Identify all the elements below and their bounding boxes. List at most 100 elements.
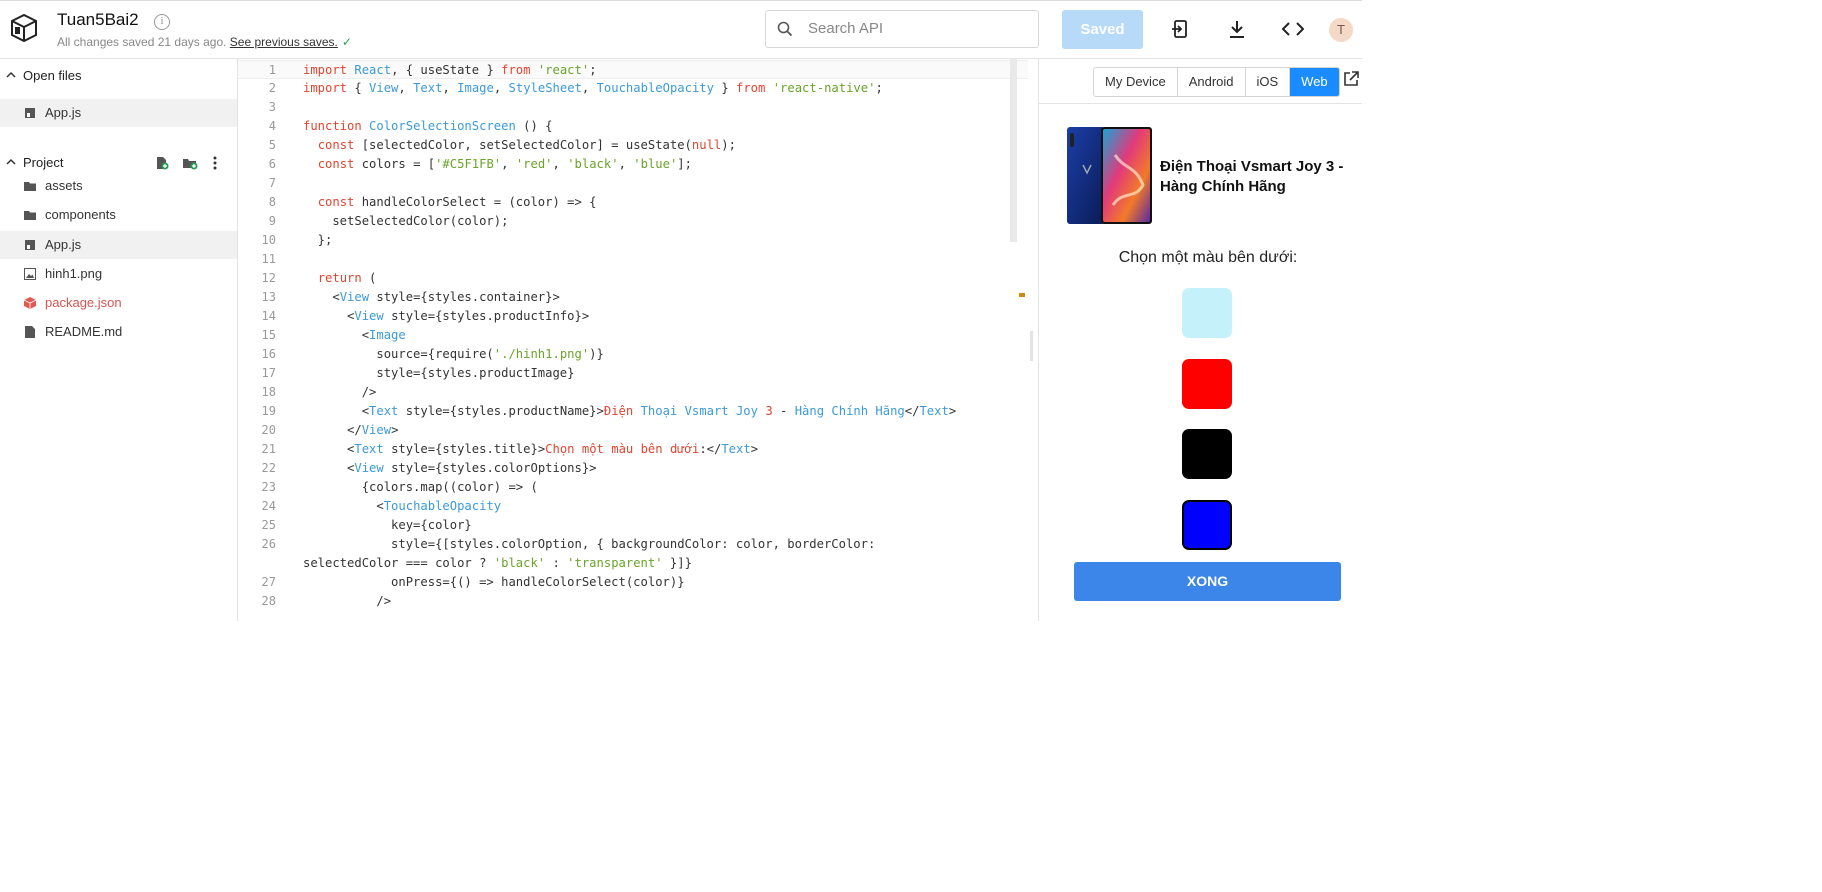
tab-web[interactable]: Web xyxy=(1290,68,1339,96)
embed-code-icon[interactable] xyxy=(1280,16,1306,42)
line-number: 6 xyxy=(268,157,276,171)
code-line[interactable]: 21 <Text style={styles.title}>Chọn một m… xyxy=(238,440,1028,459)
open-file-item[interactable]: App.js xyxy=(0,99,237,127)
code-line[interactable]: 7 xyxy=(238,174,1028,193)
color-option-blue[interactable] xyxy=(1182,500,1232,550)
previous-saves-link[interactable]: See previous saves. xyxy=(230,35,338,49)
code-line[interactable]: 13 <View style={styles.container}> xyxy=(238,288,1028,307)
code-line[interactable]: 11 xyxy=(238,250,1028,269)
code-line[interactable]: 19 <Text style={styles.productName}>Điện… xyxy=(238,402,1028,421)
code-line[interactable]: 23 {colors.map((color) => ( xyxy=(238,478,1028,497)
code-line[interactable]: 25 key={color} xyxy=(238,516,1028,535)
code-editor[interactable]: 1 import React, { useState } from 'react'… xyxy=(238,59,1038,621)
project-item-hinh1[interactable]: hinh1.png xyxy=(0,260,237,288)
project-title[interactable]: Tuan5Bai2 xyxy=(57,10,139,30)
product-image[interactable] xyxy=(1065,125,1154,226)
code-line[interactable]: 3 xyxy=(238,98,1028,117)
line-number: 26 xyxy=(261,537,276,551)
code-line[interactable]: 18 /> xyxy=(238,383,1028,402)
code-line-wrapped[interactable]: selectedColor === color ? 'black' : 'tra… xyxy=(238,554,1028,573)
code-line[interactable]: 22 <View style={styles.colorOptions}> xyxy=(238,459,1028,478)
snack-editor-window: Tuan5Bai2 i All changes saved 21 days ag… xyxy=(0,0,1362,621)
product-name: Điện Thoại Vsmart Joy 3 - Hàng Chính Hãn… xyxy=(1160,158,1344,195)
line-number: 4 xyxy=(268,119,276,133)
line-number: 22 xyxy=(261,461,276,475)
folder-icon xyxy=(24,182,36,191)
project-item-label: hinh1.png xyxy=(45,266,103,281)
line-number: 10 xyxy=(261,233,276,247)
line-number: 2 xyxy=(268,81,276,95)
color-option-black[interactable] xyxy=(1182,429,1232,479)
search-icon xyxy=(777,21,793,37)
chevron-up-icon xyxy=(6,71,16,78)
search-box[interactable] xyxy=(765,10,1039,48)
code-line[interactable]: 10 }; xyxy=(238,231,1028,250)
line-number: 15 xyxy=(261,328,276,342)
project-item-readme[interactable]: README.md xyxy=(0,318,237,346)
folder-icon xyxy=(24,211,36,220)
editor-scrollbar[interactable] xyxy=(1010,59,1017,242)
project-item-package-json[interactable]: package.json xyxy=(0,289,237,317)
code-line[interactable]: 1 import React, { useState } from 'react'… xyxy=(238,60,1028,79)
code-line[interactable]: 6 const colors = ['#C5F1FB', 'red', 'bla… xyxy=(238,155,1028,174)
project-item-label: package.json xyxy=(45,295,122,310)
code-line[interactable]: 14 <View style={styles.productInfo}> xyxy=(238,307,1028,326)
preview-divider xyxy=(1039,103,1362,104)
open-in-device-icon[interactable] xyxy=(1167,16,1193,42)
code-line[interactable]: 27 onPress={() => handleColorSelect(colo… xyxy=(238,573,1028,592)
color-option-light-blue[interactable] xyxy=(1182,288,1232,338)
overview-marker xyxy=(1019,293,1025,297)
open-file-name: App.js xyxy=(45,105,82,120)
package-icon xyxy=(24,297,36,309)
saved-button[interactable]: Saved xyxy=(1062,10,1143,49)
code-line[interactable]: 5 const [selectedColor, setSelectedColor… xyxy=(238,136,1028,155)
search-input[interactable] xyxy=(806,19,1030,38)
line-number: 8 xyxy=(268,195,276,209)
snack-logo-icon[interactable] xyxy=(10,13,38,43)
js-file-icon xyxy=(25,108,35,118)
tab-android[interactable]: Android xyxy=(1178,68,1246,96)
code-line[interactable]: 8 const handleColorSelect = (color) => { xyxy=(238,193,1028,212)
check-icon: ✓ xyxy=(341,35,352,49)
line-number: 19 xyxy=(261,404,276,418)
js-file-icon xyxy=(25,240,35,250)
code-line[interactable]: 16 source={require('./hinh1.png')} xyxy=(238,345,1028,364)
code-line[interactable]: 28 /> xyxy=(238,592,1028,611)
line-number: 7 xyxy=(268,176,276,190)
new-folder-icon[interactable] xyxy=(182,156,198,170)
popout-icon[interactable] xyxy=(1343,71,1359,87)
line-number: 11 xyxy=(261,252,276,266)
overview-ruler-thumb[interactable] xyxy=(1030,331,1033,361)
tab-ios[interactable]: iOS xyxy=(1246,68,1291,96)
code-line[interactable]: 20 </View> xyxy=(238,421,1028,440)
save-status: All changes saved 21 days ago. See previ… xyxy=(57,35,352,49)
more-options-icon[interactable] xyxy=(213,156,217,170)
tab-my-device[interactable]: My Device xyxy=(1094,68,1178,96)
line-number: 5 xyxy=(268,138,276,152)
line-number: 18 xyxy=(261,385,276,399)
code-line[interactable]: 17 style={styles.productImage} xyxy=(238,364,1028,383)
color-option-red[interactable] xyxy=(1182,359,1232,409)
code-line[interactable]: 15 <Image xyxy=(238,326,1028,345)
code-line[interactable]: 9 setSelectedColor(color); xyxy=(238,212,1028,231)
avatar[interactable]: T xyxy=(1329,18,1353,42)
code-line[interactable]: 4 function ColorSelectionScreen () { xyxy=(238,117,1028,136)
project-item-label: assets xyxy=(45,178,83,193)
line-number: 20 xyxy=(261,423,276,437)
code-line[interactable]: 24 <TouchableOpacity xyxy=(238,497,1028,516)
open-files-label: Open files xyxy=(23,68,82,83)
file-sidebar: Open files App.js Project assets compone… xyxy=(0,59,238,621)
project-item-app-js[interactable]: App.js xyxy=(0,231,237,259)
line-number: 16 xyxy=(261,347,276,361)
code-line[interactable]: 26 style={[styles.colorOption, { backgro… xyxy=(238,535,1028,554)
done-button[interactable]: XONG xyxy=(1074,562,1341,601)
open-files-header[interactable]: Open files xyxy=(0,66,237,88)
project-item-components[interactable]: components xyxy=(0,201,237,229)
file-icon xyxy=(25,326,35,338)
info-icon[interactable]: i xyxy=(154,14,170,30)
new-file-icon[interactable] xyxy=(155,156,169,170)
project-item-assets[interactable]: assets xyxy=(0,172,237,200)
code-line[interactable]: 2 import { View, Text, Image, StyleSheet,… xyxy=(238,79,1028,98)
code-line[interactable]: 12 return ( xyxy=(238,269,1028,288)
download-icon[interactable] xyxy=(1224,16,1250,42)
